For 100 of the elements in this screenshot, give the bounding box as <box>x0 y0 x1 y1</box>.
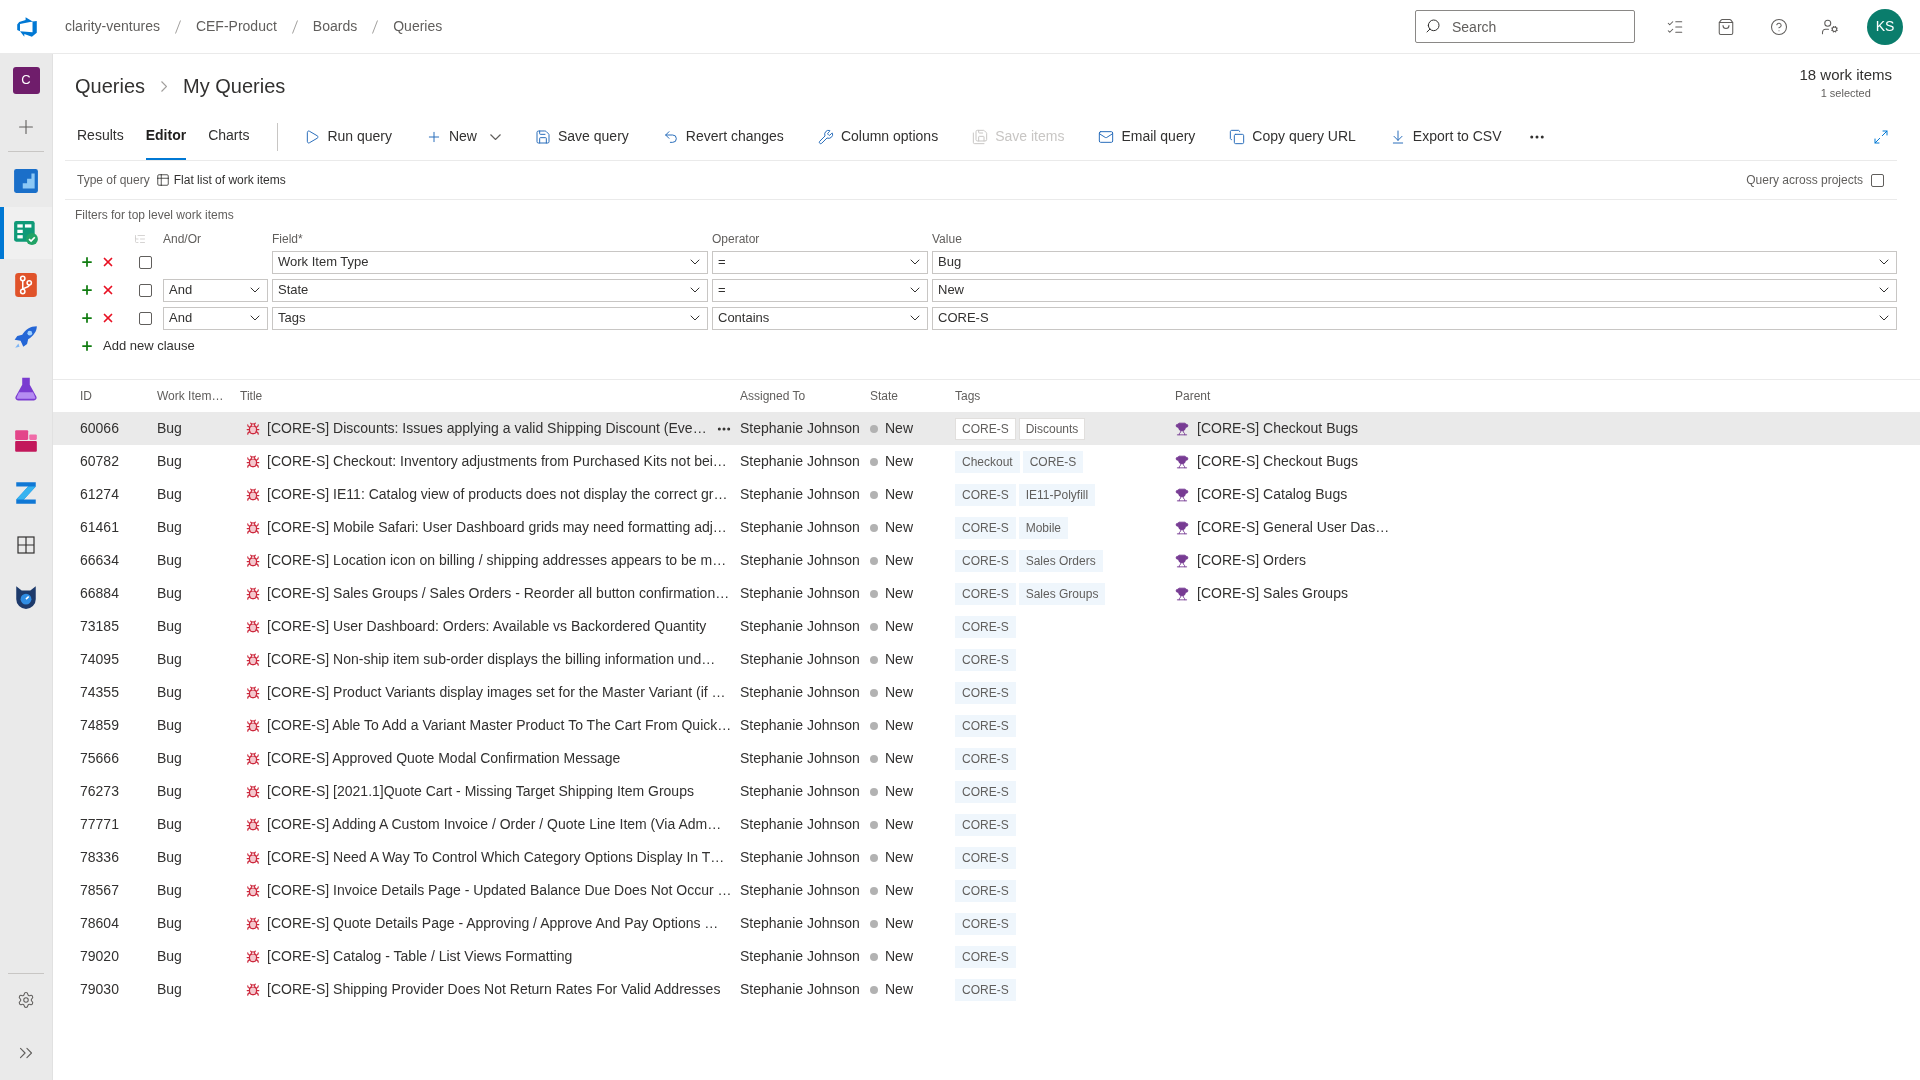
column-label: Operator <box>712 231 760 248</box>
id-cell-text: 75666 <box>80 749 119 768</box>
parent-link[interactable]: [CORE-S] Catalog Bugs <box>1197 484 1348 505</box>
breadcrumb-link[interactable]: Queries <box>75 72 146 100</box>
tag: CORE-S <box>955 648 1016 671</box>
title-text: [CORE-S] Invoice Details Page - Updated Balance Due Does Not Occur … <box>267 881 732 900</box>
tab[interactable]: Charts <box>208 113 250 160</box>
trophy-icon <box>1175 553 1189 568</box>
cross-icon[interactable] <box>101 283 115 297</box>
shopping-bag-icon[interactable] <box>1717 17 1735 36</box>
toolbar-button[interactable]: Run query <box>296 120 400 153</box>
id-cell-text: 77771 <box>80 815 119 834</box>
type-cell-text: Bug <box>157 551 182 570</box>
help-icon[interactable] <box>1770 17 1788 36</box>
type-cell-text: Bug <box>157 848 182 867</box>
value-field[interactable]: New <box>932 278 1897 302</box>
operator-dropdown[interactable]: = <box>712 278 928 302</box>
column-header[interactable]: Parent <box>1175 387 1211 405</box>
settings-icon[interactable] <box>17 991 35 1009</box>
assignee-cell-text: Stephanie Johnson <box>740 650 860 669</box>
title-text: [CORE-S] Non-ship item sub-order displays the billing information und… <box>267 650 716 669</box>
search-field[interactable]: Search <box>1415 10 1635 43</box>
plus-icon[interactable] <box>80 255 94 269</box>
column-header[interactable]: Tags <box>955 387 981 405</box>
toolbar-button[interactable]: New <box>417 120 509 153</box>
assignee-cell-text: Stephanie Johnson <box>740 419 860 438</box>
assignee-cell-text: Stephanie Johnson <box>740 518 860 537</box>
cross-icon[interactable] <box>101 255 115 269</box>
user-avatar[interactable]: KS <box>1867 8 1903 45</box>
field-dropdown[interactable]: Work Item Type <box>272 250 708 274</box>
field-dropdown[interactable]: Tags <box>272 306 708 330</box>
grid-icon <box>17 536 35 554</box>
id-cell-text: 79030 <box>80 980 119 999</box>
tag: CORE-S <box>955 417 1016 440</box>
cross-icon[interactable] <box>101 311 115 325</box>
tag: CORE-S <box>955 747 1016 770</box>
column-header[interactable]: Title <box>240 387 263 405</box>
checkbox[interactable] <box>1871 173 1884 187</box>
copy-icon <box>1229 128 1246 145</box>
query-across-projects-label: Query across projects <box>1746 172 1863 189</box>
type-cell-text: Bug <box>157 452 182 471</box>
field-dropdown[interactable]: State <box>272 278 708 302</box>
toolbar-button[interactable]: Copy query URL <box>1221 120 1364 153</box>
logo-icon[interactable] <box>15 15 38 38</box>
title-text: [CORE-S] Discounts: Issues applying a valid Shipping Discount (Eve… <box>267 419 707 438</box>
column-header[interactable]: Work Item… <box>157 387 224 405</box>
column-label: And/Or <box>163 231 201 248</box>
chevron-right-icon <box>161 80 168 92</box>
bug-icon <box>246 817 260 832</box>
column-header[interactable]: State <box>870 387 899 405</box>
tag: CORE-S <box>1022 450 1084 473</box>
type-cell-text: Bug <box>157 881 182 900</box>
checkbox[interactable] <box>139 283 152 297</box>
parent-link[interactable]: [CORE-S] Checkout Bugs <box>1197 418 1359 439</box>
assignee-cell-text: Stephanie Johnson <box>740 716 860 735</box>
parent-link[interactable]: [CORE-S] Checkout Bugs <box>1197 451 1359 472</box>
toolbar-button[interactable]: Export to CSV <box>1381 120 1510 153</box>
add-clause-button[interactable]: Add new clause <box>75 332 195 360</box>
query-type-label: Type of query <box>77 172 150 189</box>
query-type-dropdown[interactable]: Flat list of work items <box>155 171 286 189</box>
checkbox[interactable] <box>139 311 152 325</box>
column-header[interactable]: ID <box>80 387 92 405</box>
plus-icon[interactable] <box>80 283 94 297</box>
parent-link[interactable]: [CORE-S] Orders <box>1197 550 1306 571</box>
breadcrumb-link[interactable]: Queries <box>393 16 443 37</box>
parent-link[interactable]: [CORE-S] Sales Groups <box>1197 583 1348 604</box>
toolbar-button[interactable]: Column options <box>809 120 947 153</box>
title-text: [CORE-S] IE11: Catalog view of products does not display the correct gr… <box>267 485 728 504</box>
column-header[interactable]: Assigned To <box>740 387 806 405</box>
and-or-dropdown[interactable]: And <box>163 278 268 302</box>
nav-item[interactable] <box>0 207 52 259</box>
expand-icon[interactable] <box>1873 128 1889 145</box>
tab[interactable]: Editor <box>145 113 187 160</box>
breadcrumb-link[interactable]: clarity-ventures <box>65 16 160 37</box>
operator-dropdown[interactable]: = <box>712 250 928 274</box>
toolbar-button[interactable]: Save query <box>527 120 637 153</box>
toolbar-button[interactable]: Revert changes <box>654 120 792 153</box>
plus-icon[interactable] <box>80 311 94 325</box>
breadcrumb-link[interactable]: CEF-Product <box>195 16 277 37</box>
title-text: [CORE-S] Need A Way To Control Which Category Options Display In T… <box>267 848 725 867</box>
tab[interactable]: Results <box>77 113 124 160</box>
bug-icon <box>246 850 260 865</box>
value-field[interactable]: CORE-S <box>932 306 1897 330</box>
and-or-dropdown[interactable]: And <box>163 306 268 330</box>
board-check-icon <box>13 220 39 246</box>
slash-icon <box>372 19 379 34</box>
state-text: New <box>885 848 913 867</box>
table-row[interactable]: 60066 Bug [CORE-S] Discounts: Issues applying a valid Shipping Discount (Eve… Stephanie Johnson New CORE-S Discounts [CORE-S] Checkout Bugs <box>53 412 1920 445</box>
bug-icon <box>246 685 260 700</box>
checkbox[interactable] <box>139 255 152 269</box>
state-text: New <box>885 980 913 999</box>
toolbar-button[interactable]: Email query <box>1090 120 1204 153</box>
value-field[interactable]: Bug <box>932 250 1897 274</box>
operator-dropdown[interactable]: Contains <box>712 306 928 330</box>
user-settings-icon[interactable] <box>1821 17 1839 36</box>
project-avatar[interactable]: C <box>12 66 40 94</box>
parent-link[interactable]: [CORE-S] General User Das… <box>1197 517 1390 538</box>
breadcrumb-link[interactable]: Boards <box>312 16 358 37</box>
bug-icon <box>246 553 260 568</box>
tag: CORE-S <box>955 780 1016 803</box>
